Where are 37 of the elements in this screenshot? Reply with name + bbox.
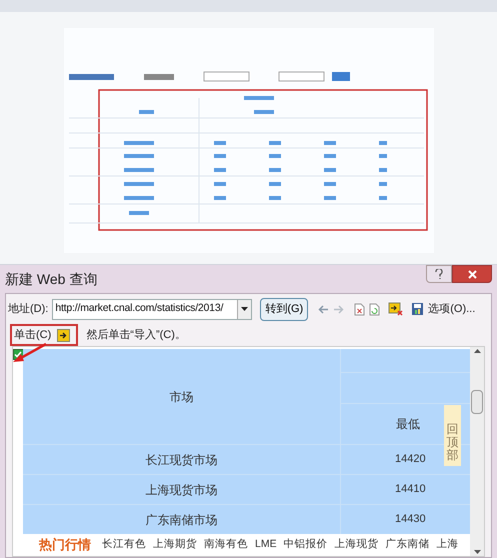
table-cell-text: 广东南储市场 xyxy=(146,512,218,528)
nav-link[interactable]: 中铝报价 xyxy=(284,537,328,553)
nav-link[interactable]: 广东南储 xyxy=(386,537,430,553)
back-to-top-button[interactable]: 回顶部 xyxy=(444,405,461,466)
table-cell-text: 14410 xyxy=(395,482,426,498)
stop-document-icon[interactable] xyxy=(354,302,366,316)
options-button[interactable]: 选项(O)... xyxy=(428,300,476,318)
instruction-text: 然后单击“导入”(C)。 xyxy=(86,328,186,343)
help-button[interactable] xyxy=(426,265,452,283)
dialog-title: 新建 Web 查询 xyxy=(5,270,98,288)
scrollbar-thumb[interactable] xyxy=(471,390,483,414)
nav-link[interactable]: LME xyxy=(255,537,277,553)
table-cell-text: 14430 xyxy=(395,512,426,528)
table-cell-text: 14420 xyxy=(395,452,426,468)
table-cell-text: 长江现货市场 xyxy=(146,452,218,468)
nav-link[interactable]: 南海有色 xyxy=(204,537,248,553)
nav-link[interactable]: 上海现货 xyxy=(334,537,379,553)
column-header: 市场 xyxy=(170,388,194,406)
scroll-down-icon[interactable] xyxy=(474,550,480,554)
nav-link[interactable]: 上海期货 xyxy=(153,537,197,553)
nav-link[interactable]: 长江有色 xyxy=(102,537,146,553)
address-field[interactable]: http://market.cnal.com/statistics/2013/ xyxy=(52,298,252,320)
column-header: 最低 xyxy=(396,416,420,433)
refresh-document-icon[interactable] xyxy=(369,302,380,316)
nav-link[interactable]: 上海 xyxy=(436,537,459,553)
address-label: 地址(D): xyxy=(8,302,48,317)
save-query-icon[interactable] xyxy=(411,302,424,316)
table-cell-text: 上海现货市场 xyxy=(146,482,218,498)
instruction-label: 单击(C) xyxy=(14,328,52,343)
highlight-frame xyxy=(10,324,78,346)
close-button[interactable] xyxy=(452,265,492,283)
close-icon xyxy=(468,270,476,278)
nav-heading: 热门行情 xyxy=(39,536,91,554)
help-icon xyxy=(435,269,443,279)
scroll-up-icon[interactable] xyxy=(474,349,480,353)
go-button[interactable]: 转到(G) xyxy=(260,298,308,320)
back-arrow-icon[interactable] xyxy=(318,304,330,314)
